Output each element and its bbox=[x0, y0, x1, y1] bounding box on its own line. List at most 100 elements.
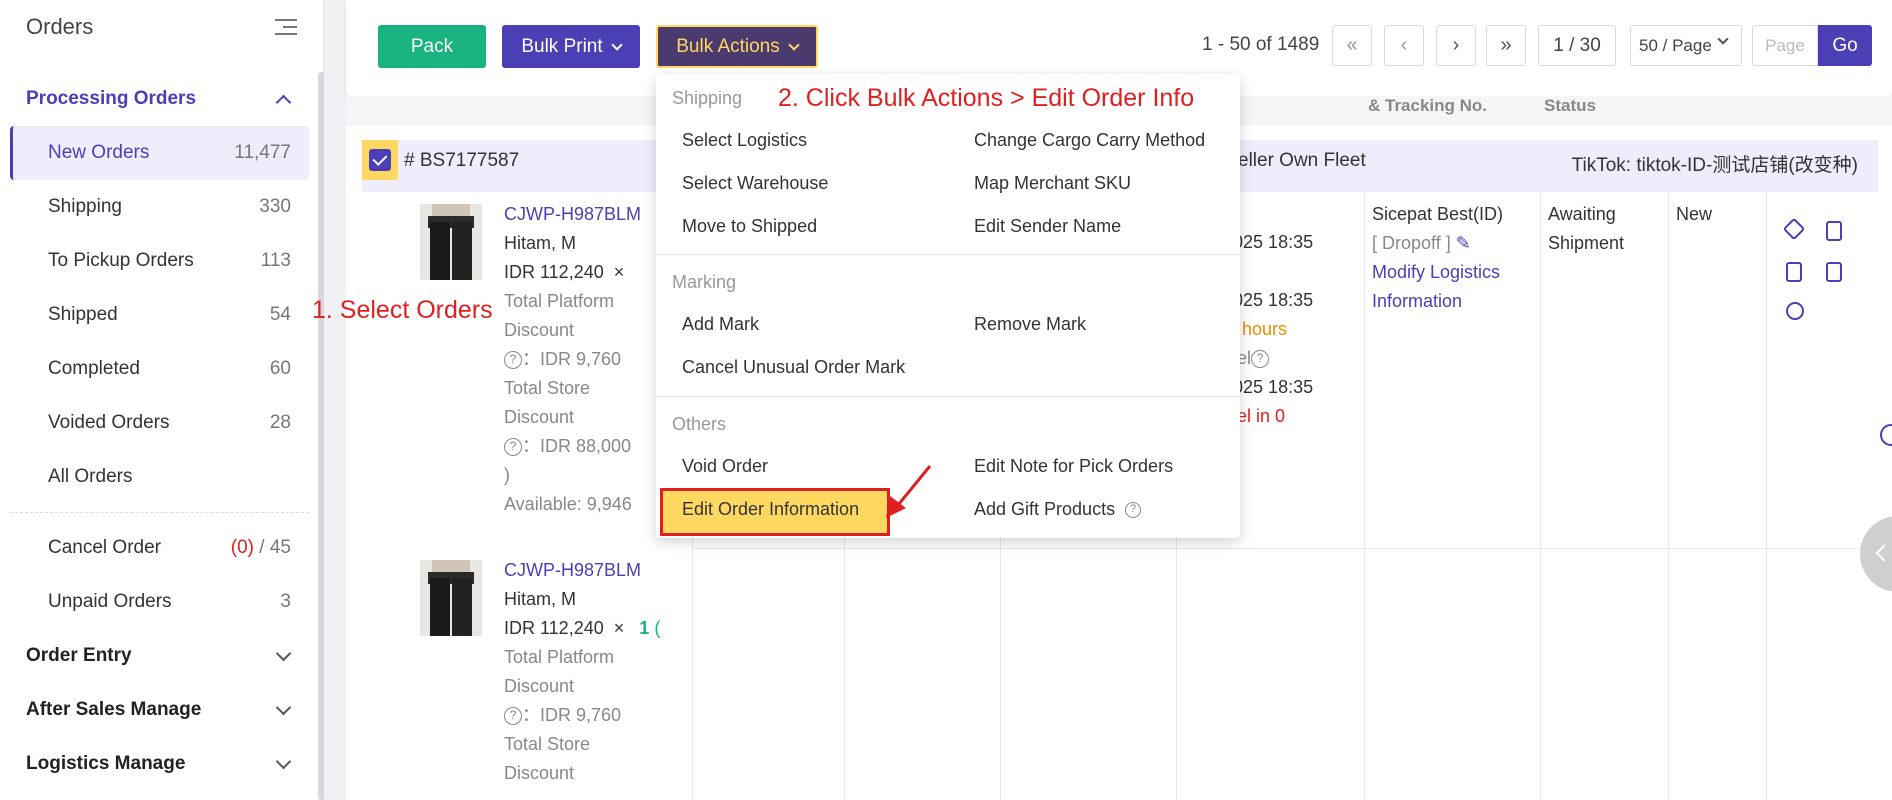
menu-remove-mark[interactable]: Remove Mark bbox=[974, 314, 1086, 335]
menu-change-cargo[interactable]: Change Cargo Carry Method bbox=[974, 130, 1205, 151]
logistics-cell: Sicepat Best(ID) [ Dropoff ] ✎ Modify Lo… bbox=[1372, 200, 1503, 316]
order-checkbox[interactable] bbox=[369, 149, 391, 171]
modify-logistics-link2[interactable]: Information bbox=[1372, 287, 1503, 316]
cancel-count-red: (0) bbox=[230, 537, 255, 558]
chevron-down-icon bbox=[275, 699, 292, 715]
status-text: Awaiting bbox=[1548, 204, 1616, 224]
product-image[interactable] bbox=[420, 560, 482, 636]
platform-discount-value: IDR 9,760 bbox=[540, 349, 622, 369]
document-icon[interactable] bbox=[1826, 221, 1842, 241]
add-gift-label: Add Gift Products bbox=[974, 499, 1116, 519]
group-after-sales[interactable]: After Sales Manage bbox=[0, 683, 323, 737]
nav-count: 28 bbox=[269, 412, 291, 433]
sidebar-header: Orders bbox=[0, 0, 323, 54]
product-price: IDR 112,240 bbox=[504, 262, 604, 282]
menu-edit-order-info[interactable]: Edit Order Information bbox=[682, 499, 859, 520]
status-text2: Shipment bbox=[1548, 233, 1625, 253]
sidebar-item-completed[interactable]: Completed 60 bbox=[10, 342, 309, 396]
group-order-entry[interactable]: Order Entry bbox=[0, 629, 323, 683]
help-icon[interactable]: ? bbox=[504, 438, 522, 457]
product-sku-link[interactable]: CJWP-H987BLM bbox=[504, 556, 660, 585]
help-icon[interactable]: ? bbox=[1251, 350, 1270, 369]
chevron-down-icon bbox=[275, 645, 292, 661]
menu-select-logistics[interactable]: Select Logistics bbox=[682, 130, 807, 151]
sidebar-item-cancel-order[interactable]: Cancel Order (0) / 45 bbox=[10, 521, 309, 575]
refresh-icon[interactable] bbox=[1786, 302, 1804, 320]
menu-void-order[interactable]: Void Order bbox=[682, 456, 768, 477]
sidebar-item-unpaid[interactable]: Unpaid Orders 3 bbox=[10, 575, 309, 629]
page-size-value: 50 / Page bbox=[1639, 35, 1712, 55]
pack-button[interactable]: Pack bbox=[378, 25, 486, 68]
note-icon[interactable] bbox=[1786, 262, 1802, 282]
sidebar-item-new-orders[interactable]: New Orders 11,477 bbox=[10, 126, 309, 180]
menu-move-shipped[interactable]: Move to Shipped bbox=[682, 216, 817, 237]
help-icon[interactable]: ? bbox=[1125, 502, 1142, 519]
nav-count: 113 bbox=[260, 250, 291, 271]
colon: ： bbox=[522, 705, 540, 725]
platform-discount-label: Total Platform bbox=[504, 647, 615, 667]
sidebar-item-to-pickup[interactable]: To Pickup Orders 113 bbox=[10, 234, 309, 288]
dropoff-label: [ Dropoff ] bbox=[1372, 233, 1451, 253]
nav-label: Cancel Order bbox=[48, 537, 161, 558]
prev-page-icon[interactable]: ‹ bbox=[1384, 25, 1424, 66]
sidebar-item-shipped[interactable]: Shipped 54 bbox=[10, 288, 309, 342]
menu-edit-sender[interactable]: Edit Sender Name bbox=[974, 216, 1121, 237]
close-paren: ) bbox=[504, 465, 510, 485]
product-variant: Hitam, M bbox=[504, 589, 576, 609]
help-icon[interactable]: ? bbox=[504, 351, 522, 370]
page-size-select[interactable]: 50 / Page bbox=[1630, 25, 1742, 66]
clipboard-icon[interactable] bbox=[1826, 262, 1842, 282]
nav-label: Unpaid Orders bbox=[48, 591, 172, 612]
annotation-arrow bbox=[886, 465, 932, 518]
package-icon[interactable] bbox=[1782, 217, 1806, 241]
page-jump-input[interactable]: Page bbox=[1752, 25, 1818, 66]
menu-add-gift[interactable]: Add Gift Products ? bbox=[974, 499, 1142, 520]
platform-discount-label2: Discount bbox=[504, 676, 575, 696]
store-discount-label2: Discount bbox=[504, 407, 575, 427]
page-indicator[interactable]: 1 / 30 bbox=[1538, 25, 1616, 66]
chevron-down-icon bbox=[275, 753, 292, 769]
sidebar-item-shipping[interactable]: Shipping 330 bbox=[10, 180, 309, 234]
collapse-menu-icon[interactable] bbox=[275, 18, 297, 36]
bulk-print-button[interactable]: Bulk Print bbox=[502, 25, 640, 68]
help-icon[interactable]: ? bbox=[504, 707, 522, 726]
order-checkbox-highlight[interactable] bbox=[362, 140, 398, 180]
platform-discount-value-line: ? ：IDR 9,760 bbox=[504, 345, 641, 374]
nav-label: New Orders bbox=[48, 142, 150, 163]
nav-count: 11,477 bbox=[234, 142, 291, 163]
store-name: TikTok: tiktok-ID-测试店铺(改变种) bbox=[1571, 155, 1858, 176]
colon: ： bbox=[522, 436, 540, 456]
product-price-line: IDR 112,240 × bbox=[504, 258, 641, 287]
group-processing-orders[interactable]: Processing Orders bbox=[0, 72, 323, 126]
first-page-icon[interactable]: « bbox=[1332, 25, 1372, 66]
column-divider bbox=[1668, 192, 1669, 800]
product-image[interactable] bbox=[420, 204, 482, 280]
order-tag: New bbox=[1676, 204, 1713, 224]
dropoff-line: [ Dropoff ] ✎ bbox=[1372, 229, 1503, 258]
platform-discount-value-line: ? ：IDR 9,760 bbox=[504, 701, 660, 730]
product-sku-link[interactable]: CJWP-H987BLM bbox=[504, 200, 641, 229]
sidebar-scrollbar[interactable] bbox=[318, 72, 324, 800]
nav-label: To Pickup Orders bbox=[48, 250, 194, 271]
menu-edit-note[interactable]: Edit Note for Pick Orders bbox=[974, 456, 1173, 477]
sidebar-item-all-orders[interactable]: All Orders bbox=[10, 450, 309, 504]
product-info: CJWP-H987BLM Hitam, M IDR 112,240 × Tota… bbox=[504, 200, 641, 519]
menu-map-sku[interactable]: Map Merchant SKU bbox=[974, 173, 1131, 194]
modify-logistics-link[interactable]: Modify Logistics bbox=[1372, 258, 1503, 287]
group-label: After Sales Manage bbox=[26, 699, 202, 720]
next-page-icon[interactable]: › bbox=[1436, 25, 1476, 66]
last-page-icon[interactable]: » bbox=[1486, 25, 1526, 66]
go-button[interactable]: Go bbox=[1818, 25, 1872, 66]
group-logistics[interactable]: Logistics Manage bbox=[0, 737, 323, 791]
sidebar-item-voided[interactable]: Voided Orders 28 bbox=[10, 396, 309, 450]
edit-icon[interactable]: ✎ bbox=[1456, 233, 1471, 253]
menu-add-mark[interactable]: Add Mark bbox=[682, 314, 759, 335]
store-discount-label: Total Store bbox=[504, 734, 591, 754]
bulk-actions-button[interactable]: Bulk Actions bbox=[656, 25, 818, 68]
menu-cancel-unusual[interactable]: Cancel Unusual Order Mark bbox=[682, 357, 905, 378]
chevron-down-icon bbox=[1717, 33, 1729, 45]
column-divider bbox=[1364, 192, 1365, 800]
order-number: # BS7177587 bbox=[404, 150, 520, 171]
menu-select-warehouse[interactable]: Select Warehouse bbox=[682, 173, 828, 194]
store-discount-label2: Discount bbox=[504, 763, 575, 783]
